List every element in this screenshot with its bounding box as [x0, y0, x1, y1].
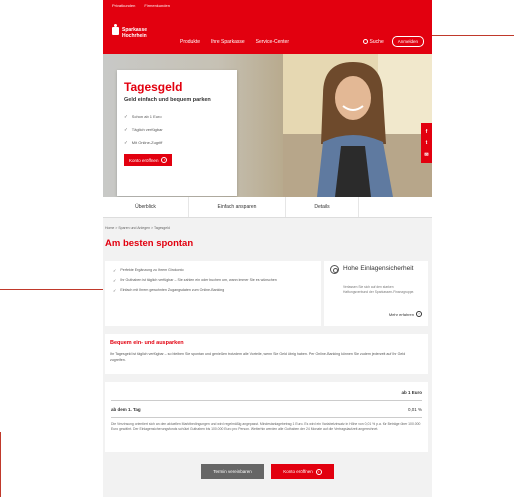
appointment-button[interactable]: Termin vereinbaren	[201, 464, 264, 479]
tab-bar: Überblick Einfach ansparen Details	[103, 197, 432, 218]
nav-item-products[interactable]: Produkte	[180, 39, 200, 45]
feature-item: ✓ Ihr Guthaben ist täglich verfügbar – Si…	[113, 278, 277, 283]
check-icon: ✓	[124, 126, 128, 132]
hero-open-account-button[interactable]: Konto eröffnen ›	[124, 154, 173, 166]
hero-photo	[283, 54, 432, 197]
search-label: Suche	[369, 38, 384, 45]
facebook-icon[interactable]: f	[426, 129, 428, 135]
search-button[interactable]: Suche	[362, 38, 384, 45]
hero-card: Tagesgeld Geld einfach und bequem parken…	[117, 70, 237, 196]
hero-subtitle: Geld einfach und bequem parken	[124, 97, 211, 103]
arrow-right-icon: ›	[315, 468, 322, 475]
security-title: Hohe Einlagensicherheit	[343, 265, 414, 272]
arrow-right-icon: ›	[416, 311, 422, 317]
saving-text: Ihr Tagesgeld ist täglich verfügbar – so…	[110, 352, 406, 362]
nav-item-your-sparkasse[interactable]: Ihre Sparkasse	[211, 39, 245, 45]
header: Sparkasse Hochrhein Produkte Ihre Sparka…	[103, 14, 432, 54]
social-share-bar: f t ✉	[421, 123, 432, 163]
hero-bullet: ✓ Mit Online-Zugriff	[124, 139, 163, 146]
feature-item: ✓ Perfekte Ergänzung zu Ihrem Girokonto	[113, 268, 184, 273]
arrow-right-icon: ›	[161, 157, 168, 163]
rates-table: ab 1 Euro ab dem 1. Tag 0,01 % Die Verzi…	[105, 382, 428, 452]
saving-title: Bequem ein- und ausparken	[110, 340, 184, 346]
sparkasse-logo-icon	[112, 24, 119, 35]
security-text: Verlassen Sie sich auf den starken Haftu…	[343, 285, 415, 294]
tab-easy-saving[interactable]: Einfach ansparen	[189, 197, 286, 217]
hero-title: Tagesgeld	[124, 80, 183, 94]
shield-icon	[330, 265, 339, 274]
topbar-link-private[interactable]: Privatkunden	[112, 3, 135, 8]
nav-item-service-center[interactable]: Service-Center	[256, 39, 289, 45]
divider	[111, 400, 422, 401]
page: Privatkunden Firmenkunden Sparkasse Hoch…	[103, 0, 432, 497]
top-bar: Privatkunden Firmenkunden	[103, 0, 432, 14]
page-title: Am besten spontan	[105, 238, 194, 249]
topbar-link-business[interactable]: Firmenkunden	[144, 3, 170, 8]
hero-bullets: ✓ Schon ab 1 Euro ✓ Täglich verfügbar ✓ Mit…	[124, 110, 163, 149]
tab-overview[interactable]: Überblick	[103, 197, 189, 217]
security-card: Hohe Einlagensicherheit Verlassen Sie si…	[324, 261, 428, 326]
tab-details[interactable]: Details	[286, 197, 359, 217]
check-icon: ✓	[124, 113, 128, 119]
hero-bullet: ✓ Täglich verfügbar	[124, 126, 163, 133]
hero-bullet: ✓ Schon ab 1 Euro	[124, 113, 162, 120]
feature-item: ✓ Einfach mit Ihrem gewohnten Zugangsdate…	[113, 288, 225, 293]
annotation-line-left	[0, 289, 103, 290]
main-nav: Produkte Ihre Sparkasse Service-Center	[180, 39, 289, 45]
logo[interactable]: Sparkasse Hochrhein	[112, 24, 147, 39]
check-icon: ✓	[113, 278, 117, 283]
check-icon: ✓	[113, 288, 117, 293]
rates-row-value: 0,01 %	[407, 407, 422, 412]
features-card: ✓ Perfekte Ergänzung zu Ihrem Girokonto ✓…	[105, 261, 321, 326]
annotation-line-right	[432, 35, 514, 36]
login-button[interactable]: Anmelden	[391, 36, 424, 47]
hero-banner: Tagesgeld Geld einfach und bequem parken…	[103, 54, 432, 197]
check-icon: ✓	[113, 268, 117, 273]
divider	[111, 417, 422, 418]
rates-row-label: ab dem 1. Tag	[111, 407, 141, 412]
rates-column-header: ab 1 Euro	[401, 390, 422, 395]
search-icon	[362, 39, 368, 44]
breadcrumb[interactable]: Home > Sparen und Anlegen > Tagesgeld	[105, 226, 170, 230]
security-more-link[interactable]: Mehr erfahren ›	[389, 311, 422, 317]
twitter-icon[interactable]: t	[426, 140, 428, 146]
saving-card: Bequem ein- und ausparken Ihr Tagesgeld …	[105, 334, 428, 374]
rates-footnote: Die Verzinsung orientiert sich an den ak…	[111, 422, 421, 431]
mail-icon[interactable]: ✉	[424, 152, 428, 158]
check-icon: ✓	[124, 139, 128, 145]
open-account-button[interactable]: Konto eröffnen ›	[271, 464, 334, 479]
logo-line-2: Hochrhein	[122, 33, 147, 39]
annotation-line-bottom-left	[0, 432, 1, 497]
